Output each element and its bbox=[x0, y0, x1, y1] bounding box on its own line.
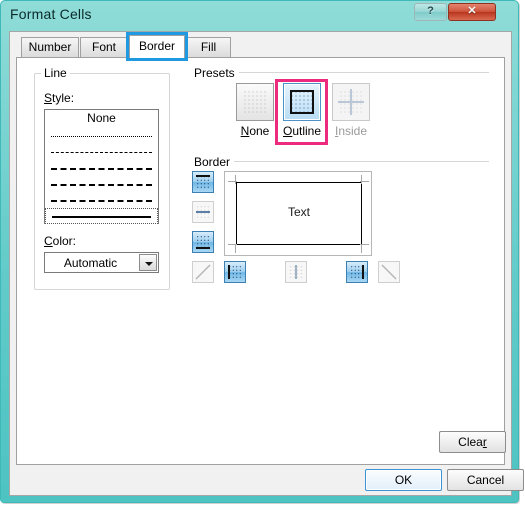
border-tab-page: Line Style: None Color: Automatic Preset… bbox=[16, 57, 506, 465]
color-label: Color: bbox=[44, 234, 77, 248]
preview-edge-bottom bbox=[236, 244, 362, 245]
diagonal-down-glyph bbox=[381, 264, 397, 280]
ok-button[interactable]: OK bbox=[365, 469, 442, 491]
preset-none-label: None bbox=[240, 124, 270, 138]
tab-font[interactable]: Font bbox=[80, 37, 128, 57]
preset-none[interactable]: None bbox=[232, 83, 278, 138]
clear-button[interactable]: Clear bbox=[439, 431, 506, 453]
tab-strip: Number Font Border Fill bbox=[10, 32, 511, 61]
presets-group-divider bbox=[239, 72, 489, 73]
preview-cell: Text bbox=[236, 182, 362, 245]
border-left-icon[interactable] bbox=[224, 261, 246, 283]
chevron-down-icon[interactable] bbox=[139, 254, 157, 271]
preset-inside[interactable]: Inside bbox=[328, 83, 374, 138]
tab-border[interactable]: Border bbox=[129, 35, 185, 58]
border-color-combobox[interactable]: Automatic bbox=[44, 252, 159, 273]
preset-inside-icon[interactable] bbox=[332, 83, 370, 121]
border-vertical-icon[interactable] bbox=[285, 261, 307, 283]
border-color-value: Automatic bbox=[63, 256, 118, 270]
border-bottom-icon[interactable] bbox=[192, 231, 214, 253]
close-icon[interactable]: ✕ bbox=[448, 3, 496, 21]
preset-inside-label: Inside bbox=[334, 124, 368, 138]
preview-edge-top bbox=[236, 182, 362, 183]
format-cells-dialog: Format Cells ? ✕ Number Font Border Fill… bbox=[0, 0, 524, 503]
style-label: Style: bbox=[44, 91, 75, 105]
help-icon[interactable]: ? bbox=[414, 3, 447, 21]
style-option-dashed-fine[interactable] bbox=[45, 144, 158, 160]
border-right-icon[interactable] bbox=[346, 261, 368, 283]
tab-fill[interactable]: Fill bbox=[186, 37, 231, 57]
border-top-icon[interactable] bbox=[192, 171, 214, 193]
preview-sample-text: Text bbox=[287, 205, 310, 219]
tab-number[interactable]: Number bbox=[21, 37, 79, 57]
cancel-button[interactable]: Cancel bbox=[447, 469, 524, 491]
preset-outline-icon[interactable] bbox=[283, 83, 321, 121]
preview-tick bbox=[235, 175, 236, 184]
style-option-dashed[interactable] bbox=[45, 192, 158, 208]
preset-none-icon[interactable] bbox=[236, 83, 274, 121]
style-option-dotted[interactable] bbox=[45, 128, 158, 144]
diagonal-up-glyph bbox=[195, 264, 211, 280]
preset-outline[interactable]: Outline bbox=[279, 83, 325, 138]
window-title: Format Cells bbox=[10, 6, 92, 22]
style-option-none[interactable]: None bbox=[45, 110, 158, 128]
preset-outline-label: Outline bbox=[282, 124, 322, 138]
preview-tick bbox=[361, 175, 362, 184]
preview-tick bbox=[361, 244, 362, 253]
title-bar[interactable]: Format Cells ? ✕ bbox=[1, 1, 518, 31]
border-group-label: Border bbox=[191, 155, 234, 169]
style-option-dash-dot[interactable] bbox=[45, 160, 158, 176]
preview-tick bbox=[235, 244, 236, 253]
border-group-divider bbox=[234, 161, 489, 162]
style-option-dash-dot-dot[interactable] bbox=[45, 176, 158, 192]
border-preview-pane[interactable]: Text bbox=[224, 171, 372, 256]
style-option-solid-thin[interactable] bbox=[45, 208, 158, 224]
line-style-listbox[interactable]: None bbox=[44, 109, 159, 224]
border-horizontal-icon[interactable] bbox=[192, 201, 214, 223]
border-diagonal-up-icon[interactable] bbox=[192, 261, 214, 283]
line-group-label: Line bbox=[41, 66, 70, 80]
presets-group-label: Presets bbox=[191, 66, 238, 80]
dialog-client-area: Number Font Border Fill Line Style: None… bbox=[9, 31, 524, 496]
border-diagonal-down-icon[interactable] bbox=[378, 261, 400, 283]
